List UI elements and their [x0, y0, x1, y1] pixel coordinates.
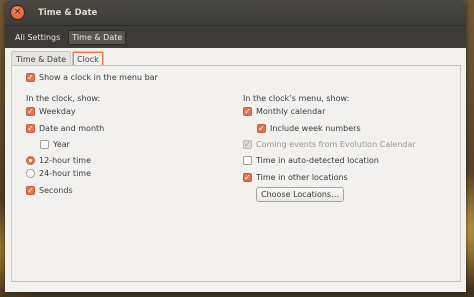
12-hour-radio[interactable]	[26, 156, 35, 165]
auto-location-option[interactable]: Time in auto-detected location	[243, 156, 379, 165]
show-clock-label: Show a clock in the menu bar	[39, 73, 158, 82]
other-locations-option[interactable]: Time in other locations	[243, 173, 348, 182]
settings-window: × Time & Date All Settings Time & Date T…	[5, 0, 466, 292]
toolbar: All Settings Time & Date	[5, 25, 466, 49]
date-month-option[interactable]: Date and month	[26, 124, 104, 133]
show-clock-option[interactable]: Show a clock in the menu bar	[26, 73, 158, 82]
breadcrumb-time-date[interactable]: Time & Date	[68, 30, 127, 45]
week-numbers-option[interactable]: Include week numbers	[257, 124, 361, 133]
monthly-calendar-label: Monthly calendar	[256, 107, 326, 116]
auto-location-label: Time in auto-detected location	[256, 156, 379, 165]
year-label: Year	[53, 140, 70, 149]
24-hour-radio[interactable]	[26, 169, 35, 178]
weekday-option[interactable]: Weekday	[26, 107, 76, 116]
year-option[interactable]: Year	[40, 140, 70, 149]
title-bar: × Time & Date	[5, 0, 466, 25]
other-locations-checkbox[interactable]	[243, 173, 252, 182]
close-icon: ×	[13, 7, 22, 17]
choose-locations-button[interactable]: Choose Locations…	[256, 187, 345, 202]
other-locations-label: Time in other locations	[256, 173, 348, 182]
date-month-label: Date and month	[39, 124, 105, 133]
12-hour-option[interactable]: 12-hour time	[26, 156, 91, 165]
coming-events-option: Coming events from Evolution Calendar	[243, 140, 416, 149]
24-hour-label: 24-hour time	[39, 169, 92, 178]
year-checkbox[interactable]	[40, 140, 49, 149]
clock-show-title: In the clock, show:	[26, 94, 101, 103]
all-settings-button[interactable]: All Settings	[11, 30, 64, 45]
monthly-calendar-option[interactable]: Monthly calendar	[243, 107, 325, 116]
weekday-label: Weekday	[39, 107, 76, 116]
seconds-label: Seconds	[39, 186, 73, 195]
12-hour-label: 12-hour time	[39, 156, 92, 165]
week-numbers-label: Include week numbers	[270, 124, 361, 133]
weekday-checkbox[interactable]	[26, 107, 35, 116]
close-window-button[interactable]: ×	[11, 6, 24, 19]
week-numbers-checkbox[interactable]	[257, 124, 266, 133]
auto-location-checkbox[interactable]	[243, 156, 252, 165]
content-area: Time & Date Clock Show a clock in the me…	[5, 48, 466, 292]
24-hour-option[interactable]: 24-hour time	[26, 169, 91, 178]
coming-events-checkbox	[243, 140, 252, 149]
monthly-calendar-checkbox[interactable]	[243, 107, 252, 116]
coming-events-label: Coming events from Evolution Calendar	[256, 140, 416, 149]
window-title: Time & Date	[38, 7, 98, 18]
clock-tab-panel: Show a clock in the menu bar In the cloc…	[11, 65, 461, 282]
menu-show-title: In the clock’s menu, show:	[243, 94, 350, 103]
seconds-option[interactable]: Seconds	[26, 186, 73, 195]
show-clock-checkbox[interactable]	[26, 73, 35, 82]
date-month-checkbox[interactable]	[26, 124, 35, 133]
seconds-checkbox[interactable]	[26, 186, 35, 195]
